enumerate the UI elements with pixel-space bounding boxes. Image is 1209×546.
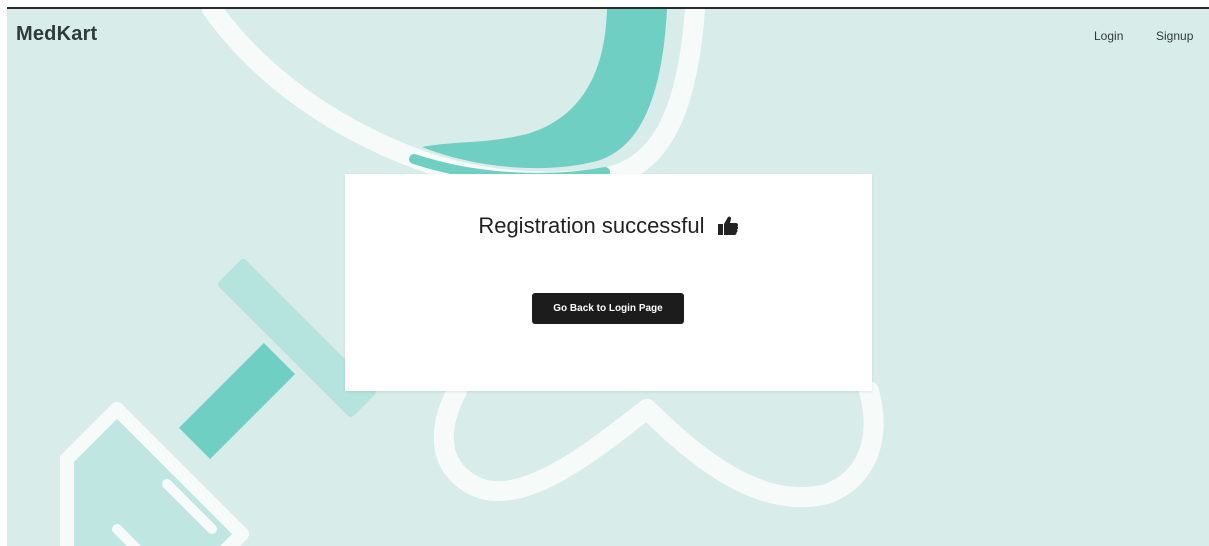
thumbs-up-icon xyxy=(717,216,739,242)
brand-logo[interactable]: MedKart xyxy=(16,23,97,46)
nav-signup-link[interactable]: Signup xyxy=(1156,29,1193,43)
page: MedKart Login Signup Registration succes… xyxy=(7,7,1209,546)
navbar: MedKart Login Signup xyxy=(7,9,1209,65)
success-message: Registration successful xyxy=(478,213,705,238)
card-heading: Registration successful xyxy=(345,213,872,242)
success-card: Registration successful Go Back to Login… xyxy=(345,174,872,391)
nav-login-link[interactable]: Login xyxy=(1094,29,1123,43)
go-back-to-login-button[interactable]: Go Back to Login Page xyxy=(532,293,684,324)
